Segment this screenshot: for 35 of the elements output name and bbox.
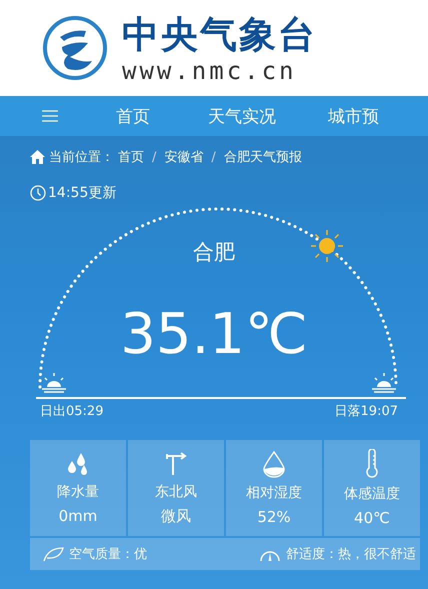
- breadcrumb-separator: /: [152, 150, 156, 164]
- clock-icon: [30, 185, 46, 201]
- breadcrumb-label: 当前位置：: [49, 149, 114, 166]
- temperature: 35.1℃: [119, 302, 309, 367]
- breadcrumb-link[interactable]: 首页: [118, 148, 144, 166]
- breadcrumb-separator: /: [211, 150, 216, 164]
- nav-link[interactable]: 天气实况: [208, 104, 276, 128]
- sunset-time: 日落19:07: [334, 403, 398, 420]
- home-icon: [30, 150, 45, 164]
- breadcrumb-link[interactable]: 合肥天气预报: [224, 148, 302, 166]
- city-name: 合肥: [192, 239, 236, 266]
- menu-icon[interactable]: [42, 110, 58, 122]
- sunrise-icon: [40, 372, 68, 394]
- site-url: www.nmc.cn: [122, 58, 296, 84]
- sunrise-time: 日出05:29: [40, 403, 104, 420]
- site-title: 中央气象台: [122, 12, 317, 58]
- stat-label: 降水量: [57, 483, 99, 501]
- update-time: 14:55更新: [48, 184, 116, 202]
- water-drop-icon: [261, 450, 287, 478]
- logo-icon: [42, 15, 108, 81]
- stat-value: 52%: [257, 508, 291, 526]
- leaf-icon: [42, 546, 64, 562]
- stat-label: 相对湿度: [246, 484, 302, 502]
- air-quality: 空气质量：优: [69, 546, 147, 563]
- nav-link[interactable]: 城市预: [328, 104, 379, 128]
- sunset-icon: [370, 372, 398, 394]
- stat-value: 微风: [161, 506, 191, 526]
- comfort-index: 舒适度：热，很不舒适: [286, 546, 416, 563]
- stat-value: 0mm: [58, 507, 98, 525]
- stat-label: 体感温度: [344, 485, 400, 503]
- wind-vane-icon: [163, 450, 189, 476]
- nav-link[interactable]: 首页: [116, 104, 150, 128]
- breadcrumb-link[interactable]: 安徽省: [164, 148, 204, 166]
- stat-label: 东北风: [155, 482, 197, 500]
- stat-value: 40℃: [354, 509, 390, 527]
